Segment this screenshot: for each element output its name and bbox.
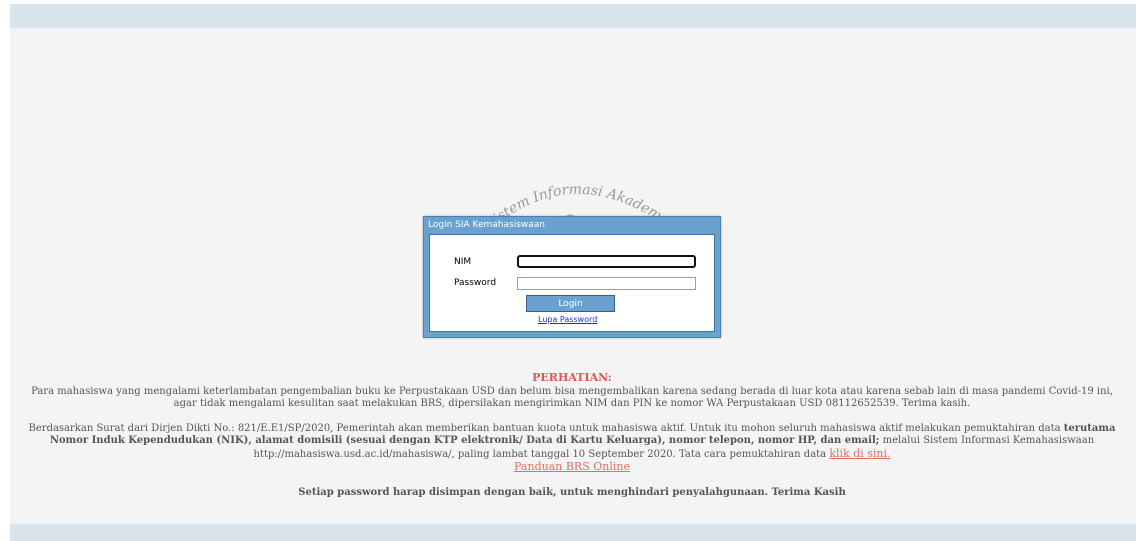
forgot-password-link[interactable]: Lupa Password	[538, 315, 597, 324]
klik-di-sini-link[interactable]: klik di sini.	[829, 447, 890, 460]
nim-input[interactable]	[517, 255, 696, 268]
notice-paragraph-1: Para mahasiswa yang mengalami keterlamba…	[31, 385, 1113, 410]
bottom-bar	[10, 524, 1136, 541]
notice-section: PERHATIAN: Para mahasiswa yang mengalami…	[20, 371, 1124, 499]
login-button[interactable]: Login	[526, 295, 615, 312]
login-title: Login SIA Kemahasiswaan	[428, 220, 545, 230]
panduan-brs-online-link[interactable]: Panduan BRS Online	[514, 460, 630, 473]
password-label: Password	[454, 278, 497, 288]
notice-heading: PERHATIAN:	[532, 371, 612, 384]
notice-paragraph-2: Berdasarkan Surat dari Dirjen Dikti No.:…	[20, 423, 1124, 462]
nim-label: NIM	[454, 257, 472, 267]
login-form: NIM Password Login Lupa Password	[429, 234, 715, 332]
top-bar	[10, 4, 1136, 28]
password-input[interactable]	[517, 277, 696, 290]
footer-note: Setiap password harap disimpan dengan ba…	[298, 486, 846, 498]
login-panel: Login SIA Kemahasiswaan NIM Password Log…	[423, 216, 721, 338]
notice-paragraph-2-start: Berdasarkan Surat dari Dirjen Dikti No.:…	[28, 422, 1064, 434]
